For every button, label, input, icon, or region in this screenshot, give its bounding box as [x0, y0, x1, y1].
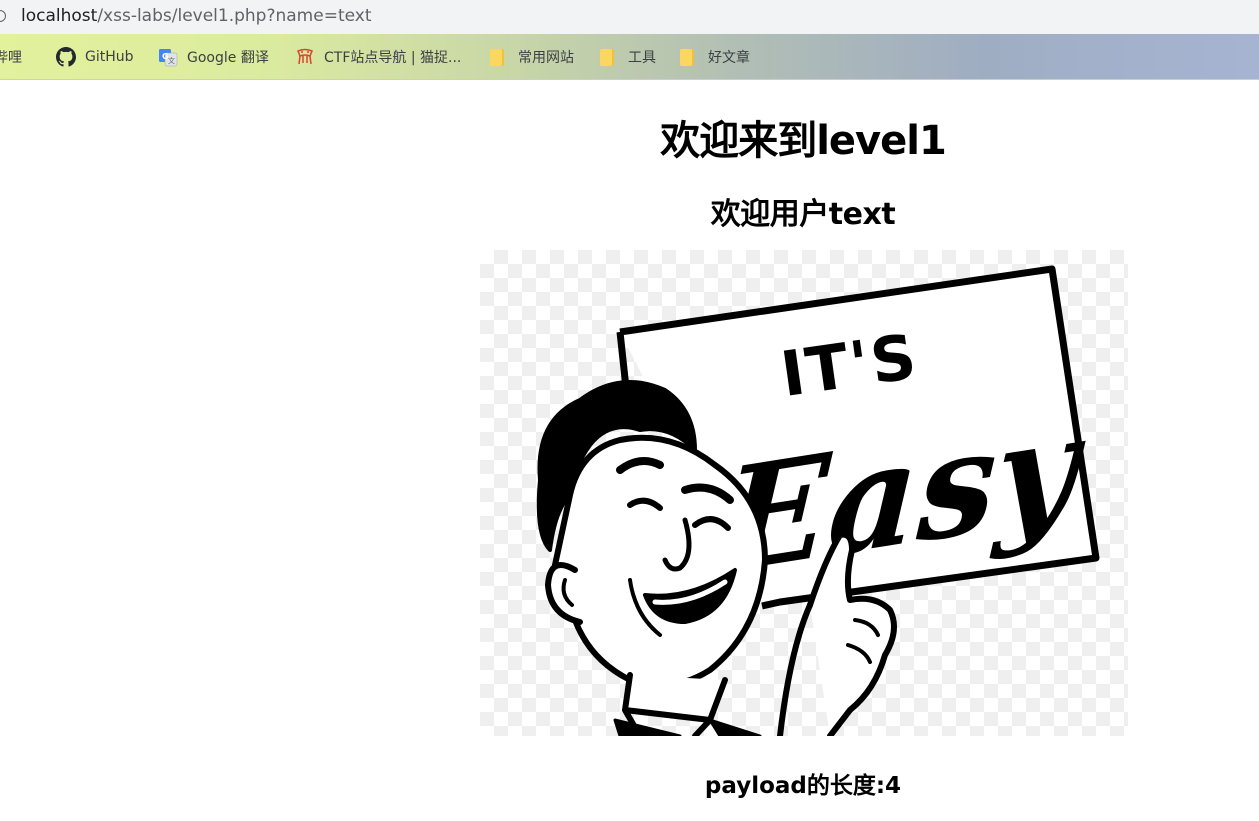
bookmark-bilibili[interactable]: 哔哩哔哩 [0, 34, 22, 80]
bookmark-github[interactable]: GitHub [56, 34, 134, 80]
bookmarks-bar: 哔哩哔哩 GitHub G 文 Google 翻译 [0, 34, 1259, 80]
bookmark-label: 哔哩哔哩 [0, 50, 22, 66]
bookmark-folder-common-sites[interactable]: 常用网站 [490, 34, 574, 80]
bookmark-label: Google 翻译 [187, 50, 269, 66]
site-info-icon[interactable] [0, 10, 6, 22]
bookmark-label: 工具 [628, 50, 656, 66]
bookmark-label: 好文章 [708, 50, 750, 66]
folder-icon [680, 48, 694, 66]
bookmark-label: CTF站点导航 | 猫捉... [324, 50, 462, 66]
bookmark-folder-tools[interactable]: 工具 [600, 34, 656, 80]
address-bar[interactable]: localhost/xss-labs/level1.php?name=text [0, 0, 1259, 34]
url-host: localhost [21, 6, 98, 26]
bookmark-label: 常用网站 [518, 50, 574, 66]
ctf-nav-icon [295, 47, 315, 67]
bookmark-google-translate[interactable]: G 文 Google 翻译 [158, 34, 269, 80]
folder-icon [490, 48, 504, 66]
url-text[interactable]: localhost/xss-labs/level1.php?name=text [21, 6, 372, 26]
welcome-message: 欢迎用户text [710, 197, 896, 232]
url-path: /xss-labs/level1.php?name=text [97, 6, 372, 26]
payload-length: payload的长度:4 [704, 773, 902, 799]
bookmark-ctf-nav[interactable]: CTF站点导航 | 猫捉... [295, 34, 461, 80]
bookmark-label: GitHub [85, 49, 134, 65]
bookmark-folder-good-articles[interactable]: 好文章 [680, 34, 750, 80]
svg-text:文: 文 [168, 56, 175, 65]
its-easy-illustration: IT'S Easy [536, 265, 1100, 736]
google-translate-icon: G 文 [158, 47, 178, 67]
page-title: 欢迎来到level1 [660, 118, 947, 164]
github-icon [56, 47, 76, 67]
its-easy-image: IT'S Easy [480, 250, 1128, 736]
folder-icon [600, 48, 614, 66]
